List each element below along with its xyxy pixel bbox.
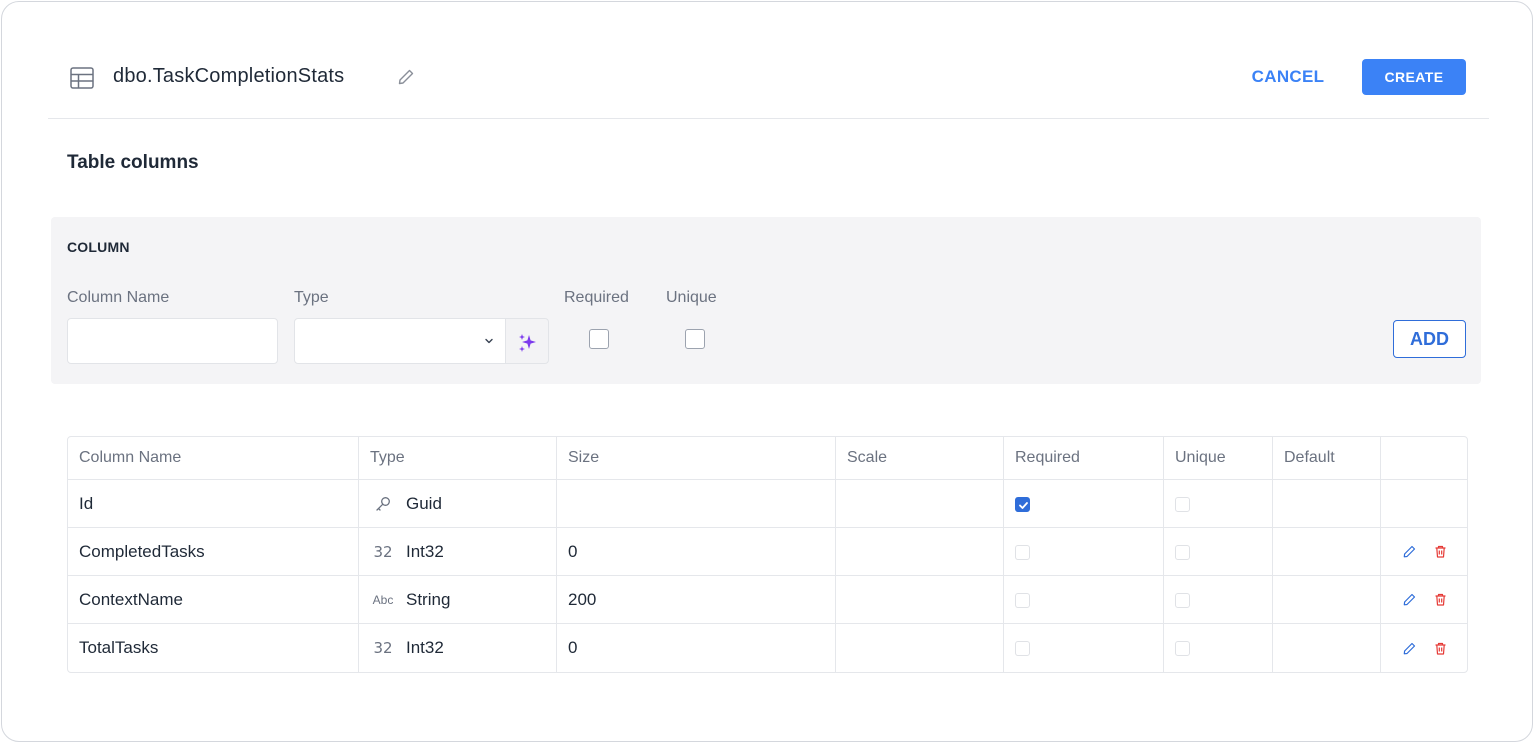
required-checkbox [1015,592,1030,608]
required-checkbox[interactable] [589,329,609,349]
header-size: Size [557,437,836,480]
cell-required [1004,624,1164,672]
dialog-frame: dbo.TaskCompletionStats CANCEL CREATE Ta… [1,1,1533,742]
unique-checkbox [1175,592,1190,608]
cell-column-name: ContextName [68,576,359,624]
table-row: TotalTasks 32 Int32 0 [68,624,1467,672]
chevron-down-icon [485,338,493,344]
cell-scale [836,576,1004,624]
required-checkbox [1015,641,1030,657]
columns-table: Column Name Type Size Scale Required Uni… [67,436,1468,673]
cell-unique [1164,576,1273,624]
cell-required [1004,528,1164,576]
cell-scale [836,480,1004,528]
panel-heading: COLUMN [67,239,130,255]
cell-type: 32 Int32 [359,624,557,672]
cell-column-name: TotalTasks [68,624,359,672]
cell-unique [1164,480,1273,528]
cell-unique [1164,624,1273,672]
cell-type: Guid [359,480,557,528]
cell-scale [836,624,1004,672]
column-name-input[interactable] [67,318,278,364]
cancel-button[interactable]: CANCEL [1238,59,1338,95]
unique-checkbox[interactable] [685,329,705,349]
unique-checkbox [1175,641,1190,657]
edit-pencil-icon[interactable] [1402,641,1417,656]
edit-pencil-icon[interactable] [1402,592,1417,607]
number-icon: 32 [373,639,393,657]
table-row: CompletedTasks 32 Int32 0 [68,528,1467,576]
number-icon: 32 [373,542,393,561]
dialog-header: dbo.TaskCompletionStats CANCEL CREATE [48,42,1489,119]
table-icon [70,67,94,89]
table-row: ContextName Abc String 200 [68,576,1467,624]
unique-checkbox [1175,496,1190,512]
key-icon [370,495,396,513]
cell-default [1273,624,1381,672]
cell-size: 0 [557,624,836,672]
cell-required [1004,576,1164,624]
required-checkbox-checked [1015,496,1030,512]
cell-required [1004,480,1164,528]
required-label: Required [564,289,629,306]
required-checkbox [1015,544,1030,560]
header-default: Default [1273,437,1381,480]
header-column-name: Column Name [68,437,359,480]
table-header-row: Column Name Type Size Scale Required Uni… [68,437,1467,480]
cell-scale [836,528,1004,576]
cell-actions [1381,576,1467,624]
trash-icon[interactable] [1433,641,1448,656]
edit-pencil-icon[interactable] [1402,544,1417,559]
cell-size: 0 [557,528,836,576]
page-title: dbo.TaskCompletionStats [113,65,345,87]
header-actions [1381,437,1467,480]
unique-label: Unique [666,289,717,306]
column-name-label: Column Name [67,289,170,306]
cell-actions [1381,624,1467,672]
type-name: Guid [406,493,442,513]
create-button[interactable]: CREATE [1362,59,1466,95]
cell-unique [1164,528,1273,576]
ai-suggest-button[interactable] [505,318,549,364]
header-scale: Scale [836,437,1004,480]
cell-default [1273,528,1381,576]
section-title: Table columns [67,152,199,173]
type-label: Type [294,289,329,306]
cell-actions [1381,480,1467,528]
trash-icon[interactable] [1433,592,1448,607]
cell-type: 32 Int32 [359,528,557,576]
cell-actions [1381,528,1467,576]
type-name: Int32 [406,541,444,561]
add-column-panel: COLUMN Column Name Type Required Unique … [51,217,1481,384]
header-required: Required [1004,437,1164,480]
type-select[interactable] [294,318,506,364]
sparkle-icon [519,334,536,352]
cell-size [557,480,836,528]
cell-size: 200 [557,576,836,624]
type-name: String [406,589,451,609]
cell-column-name: Id [68,480,359,528]
trash-icon[interactable] [1433,544,1448,559]
cell-type: Abc String [359,576,557,624]
cell-default [1273,480,1381,528]
unique-checkbox [1175,544,1190,560]
type-name: Int32 [406,638,444,657]
pencil-icon[interactable] [396,67,416,87]
text-icon: Abc [372,592,394,607]
header-unique: Unique [1164,437,1273,480]
cell-column-name: CompletedTasks [68,528,359,576]
cell-default [1273,576,1381,624]
header-type: Type [359,437,557,480]
add-column-button[interactable]: ADD [1393,320,1466,358]
table-row: Id Guid [68,480,1467,528]
